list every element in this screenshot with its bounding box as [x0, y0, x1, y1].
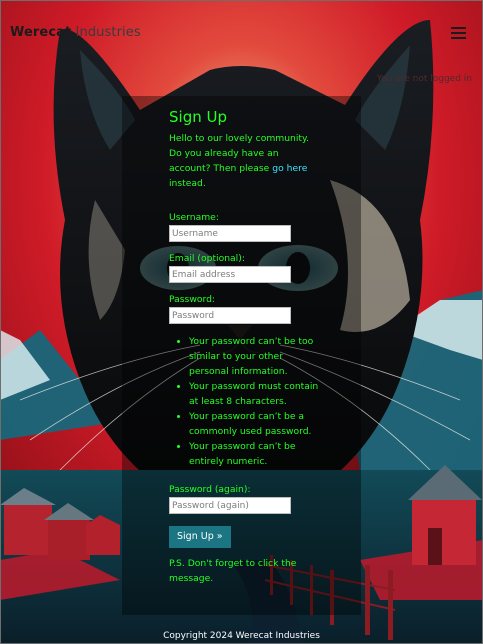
signup-form: Sign Up Hello to our lovely community. D… [169, 106, 319, 586]
navbar: Werecat Industries [0, 0, 483, 62]
email-input[interactable] [169, 266, 291, 283]
password-input[interactable] [169, 307, 291, 324]
login-status: You are not logged in [376, 74, 472, 84]
email-label: Email (optional): [169, 253, 245, 264]
password-again-label: Password (again): [169, 484, 251, 495]
hamburger-menu-icon[interactable] [451, 27, 466, 39]
intro-text: Hello to our lovely community. Do you al… [169, 131, 319, 191]
footer-copyright: Copyright 2024 Werecat Industries [163, 631, 320, 641]
brand-logo-link[interactable]: Werecat Industries [10, 24, 141, 42]
hamburger-line [451, 32, 466, 34]
hamburger-line [451, 27, 466, 29]
password-rule: Your password can’t be too similar to yo… [189, 334, 319, 379]
password-rule: Your password can’t be entirely numeric. [189, 439, 319, 469]
login-link[interactable]: go here [272, 163, 307, 174]
hamburger-line [451, 37, 466, 39]
page-title: Sign Up [169, 108, 227, 126]
intro-text-suffix: instead. [169, 178, 206, 189]
username-label: Username: [169, 212, 219, 223]
password-rule: Your password can’t be a commonly used p… [189, 409, 319, 439]
brand-name-strong: Werecat [10, 25, 72, 40]
password-rule: Your password must contain at least 8 ch… [189, 379, 319, 409]
submit-row: Sign Up » [169, 524, 319, 548]
password-rules-list: Your password can’t be too similar to yo… [169, 334, 319, 469]
sign-up-button[interactable]: Sign Up » [169, 526, 231, 548]
brand-name-rest: Industries [71, 25, 141, 40]
username-input[interactable] [169, 225, 291, 242]
password-again-input[interactable] [169, 497, 291, 514]
password-label: Password: [169, 294, 216, 305]
ps-note: P.S. Don't forget to click the message. [169, 558, 297, 584]
